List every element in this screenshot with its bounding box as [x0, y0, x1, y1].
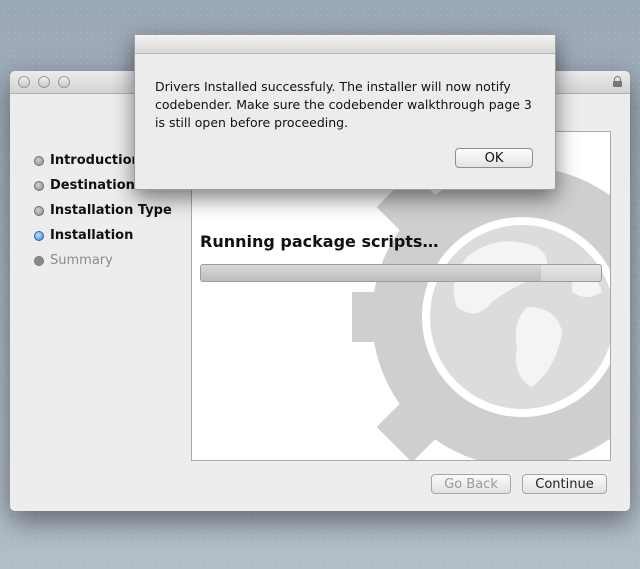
step-summary: Summary	[34, 253, 113, 268]
alert-title-strip	[135, 35, 555, 54]
step-bullet-icon	[34, 180, 44, 191]
continue-button[interactable]: Continue	[522, 474, 607, 494]
step-installation-type: Installation Type	[34, 203, 172, 218]
step-label: Introduction	[50, 153, 141, 168]
step-label: Installation	[50, 228, 134, 243]
step-active-bullet-icon	[34, 230, 44, 241]
status-text: Running package scripts…	[200, 232, 439, 251]
close-window-button[interactable]	[18, 76, 30, 88]
step-label: Summary	[50, 253, 113, 268]
step-label: Installation Type	[50, 203, 172, 218]
step-bullet-icon	[34, 205, 44, 216]
alert-message: Drivers Installed successfuly. The insta…	[155, 79, 532, 130]
zoom-window-button[interactable]	[58, 76, 70, 88]
lock-icon	[613, 76, 622, 87]
step-introduction: Introduction	[34, 153, 141, 168]
install-progress-bar	[200, 264, 602, 282]
ok-button[interactable]: OK	[455, 148, 533, 168]
go-back-button[interactable]: Go Back	[431, 474, 511, 494]
alert-sheet: Drivers Installed successfuly. The insta…	[134, 34, 556, 190]
step-bullet-icon	[34, 255, 44, 266]
step-bullet-icon	[34, 155, 44, 166]
progress-fill	[201, 265, 541, 281]
step-installation: Installation	[34, 228, 133, 243]
minimize-window-button[interactable]	[38, 76, 50, 88]
